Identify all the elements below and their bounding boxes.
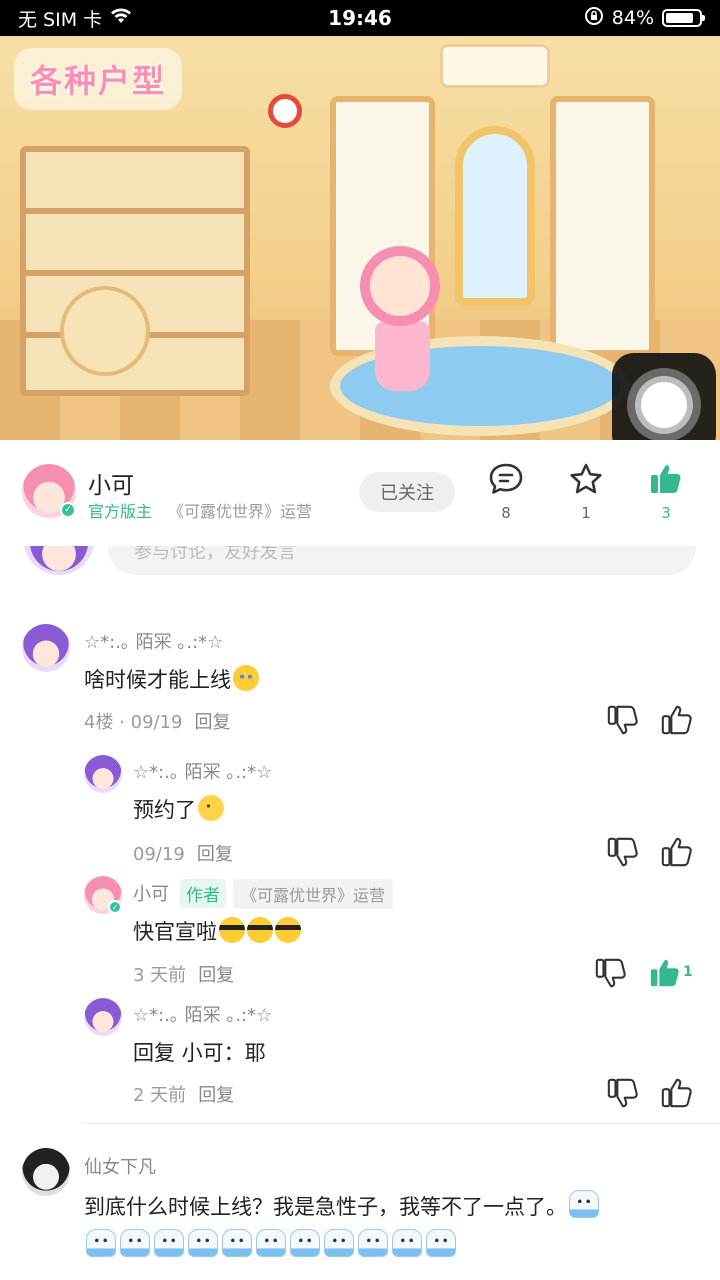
author-description: 《可露优世界》运营 bbox=[168, 502, 313, 521]
comment-text: 啥时候才能上线 bbox=[84, 664, 259, 694]
ghost-emoji-icon bbox=[426, 1229, 456, 1257]
reply-text: 快官宣啦 bbox=[133, 916, 301, 946]
dislike-icon[interactable] bbox=[606, 1076, 640, 1110]
ghost-emoji-icon bbox=[222, 1229, 252, 1257]
like-filled-icon[interactable] bbox=[648, 956, 682, 990]
likes-count: 3 bbox=[661, 504, 671, 522]
banner-caption: 各种户型 bbox=[14, 48, 183, 110]
sunglasses-emoji-icon bbox=[219, 917, 245, 943]
ghost-emoji-icon bbox=[324, 1229, 354, 1257]
verified-badge-icon: ✓ bbox=[108, 900, 122, 914]
like-icon[interactable] bbox=[660, 1076, 694, 1110]
ghost-emoji-icon bbox=[188, 1229, 218, 1257]
ghost-emoji-icon bbox=[358, 1229, 388, 1257]
thumbs-up-filled-icon bbox=[651, 465, 681, 493]
dislike-icon[interactable] bbox=[606, 835, 640, 869]
commenter-avatar[interactable] bbox=[22, 1148, 70, 1196]
replier-avatar[interactable] bbox=[84, 755, 122, 793]
status-bar: 无 SIM 卡 19:46 84% bbox=[0, 0, 720, 36]
ghost-emoji-icon bbox=[120, 1229, 150, 1257]
ghost-emoji-icon bbox=[290, 1229, 320, 1257]
author-name[interactable]: 小可 bbox=[88, 466, 134, 500]
dislike-icon[interactable] bbox=[606, 703, 640, 737]
follow-button[interactable]: 已关注 bbox=[359, 472, 455, 512]
replier-name[interactable]: 小可 bbox=[133, 880, 169, 906]
battery-percent: 84% bbox=[611, 7, 654, 29]
likes-stat[interactable]: 3 bbox=[636, 462, 696, 522]
bear-chair-illustration bbox=[60, 286, 150, 376]
comment-text: 到底什么时候上线？我是急性子，我等不了一点了。 bbox=[84, 1190, 599, 1221]
sunglasses-emoji-icon bbox=[247, 917, 273, 943]
emoji-row bbox=[84, 1229, 456, 1257]
favorites-stat[interactable]: 1 bbox=[556, 462, 616, 522]
divider bbox=[82, 1123, 720, 1124]
like-icon[interactable] bbox=[660, 703, 694, 737]
reply-text: 回复 小可：耶 bbox=[133, 1041, 266, 1065]
reply-meta: 3 天前 回复 bbox=[133, 965, 235, 986]
replier-name[interactable]: ☆*:.｡ 陌冞 ｡.:*☆ bbox=[133, 758, 272, 784]
ghost-emoji-icon bbox=[256, 1229, 286, 1257]
alarm-clock-illustration bbox=[268, 94, 302, 128]
loudly-crying-emoji-icon bbox=[233, 665, 259, 691]
author-role: 官方版主 bbox=[88, 502, 153, 521]
wardrobe-illustration bbox=[550, 96, 655, 356]
like-icon[interactable] bbox=[660, 835, 694, 869]
role-tag: 《可露优世界》运营 bbox=[233, 879, 394, 909]
favorites-count: 1 bbox=[581, 504, 591, 522]
author-tag: 作者 bbox=[180, 879, 226, 908]
carrier-label: 无 SIM 卡 bbox=[18, 8, 103, 31]
comment-bubble-icon bbox=[489, 463, 523, 494]
ghost-emoji-icon bbox=[392, 1229, 422, 1257]
comments-stat[interactable]: 8 bbox=[476, 462, 536, 522]
replier-name[interactable]: ☆*:.｡ 陌冞 ｡.:*☆ bbox=[133, 1001, 272, 1027]
air-conditioner-illustration bbox=[440, 44, 550, 88]
wink-emoji-icon bbox=[198, 795, 224, 821]
battery-icon bbox=[662, 9, 705, 27]
commenter-name[interactable]: ☆*:.｡ 陌冞 ｡.:*☆ bbox=[84, 628, 223, 654]
reply-meta: 2 天前 回复 bbox=[133, 1085, 235, 1106]
replier-avatar[interactable] bbox=[84, 998, 122, 1036]
sunglasses-emoji-icon bbox=[275, 917, 301, 943]
ghost-emoji-icon bbox=[154, 1229, 184, 1257]
author-bar: ✓ 小可 官方版主 《可露优世界》运营 已关注 8 1 3 bbox=[0, 440, 720, 546]
star-icon bbox=[570, 463, 602, 494]
verified-badge-icon: ✓ bbox=[60, 502, 76, 518]
reply-button[interactable]: 回复 bbox=[197, 844, 233, 865]
character-head-illustration bbox=[360, 246, 440, 326]
reply-like-count: 1 bbox=[683, 964, 693, 980]
rotation-lock-icon bbox=[584, 6, 604, 31]
commenter-name[interactable]: 仙女下凡 bbox=[84, 1153, 156, 1179]
reply-meta: 09/19 回复 bbox=[133, 844, 233, 865]
comments-count: 8 bbox=[501, 504, 511, 522]
ghost-emoji-icon bbox=[86, 1229, 116, 1257]
reply-button[interactable]: 回复 bbox=[195, 712, 231, 733]
mirror-illustration bbox=[455, 126, 535, 306]
comment-meta: 4楼 · 09/19 回复 bbox=[84, 712, 231, 733]
reply-text: 预约了 bbox=[133, 794, 224, 824]
reply-button[interactable]: 回复 bbox=[198, 1085, 234, 1106]
ghost-emoji-icon bbox=[569, 1190, 599, 1218]
commenter-avatar[interactable] bbox=[22, 624, 70, 672]
wifi-icon bbox=[110, 7, 132, 29]
dislike-icon[interactable] bbox=[594, 956, 628, 990]
character-illustration bbox=[375, 321, 430, 391]
reply-button[interactable]: 回复 bbox=[198, 965, 234, 986]
